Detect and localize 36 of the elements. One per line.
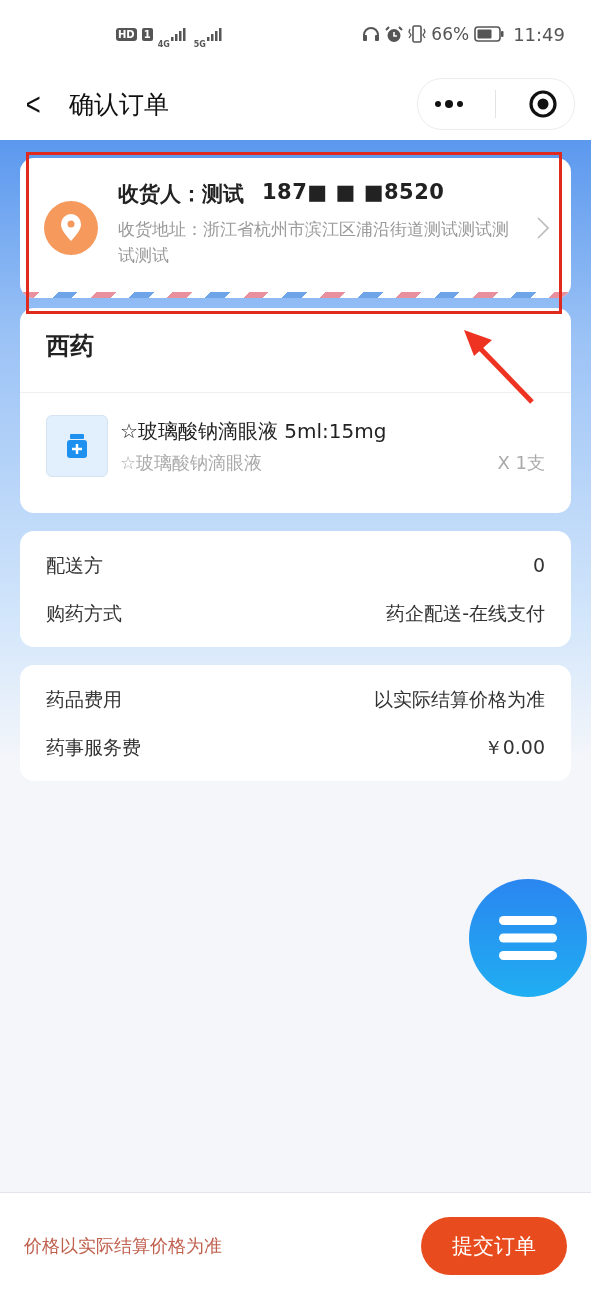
alarm-icon xyxy=(385,25,404,43)
page-title: 确认订单 xyxy=(68,88,169,121)
medicine-bottle-icon xyxy=(67,434,87,458)
location-pin-icon xyxy=(44,201,98,255)
clock: 11:49 xyxy=(513,23,565,45)
medicine-name: ☆玻璃酸钠滴眼液 5ml:15mg xyxy=(120,417,388,445)
row-label: 配送方 xyxy=(46,553,103,578)
menu-icon xyxy=(499,916,557,960)
hd-badge: HD xyxy=(116,27,137,41)
address-card[interactable]: 收货人：测试 187■ ■ ■8520 收货地址：浙江省杭州市滨江区浦沿街道测试测试测试测试 xyxy=(20,158,571,298)
fee-value: 以实际结算价格为准 xyxy=(374,687,545,712)
network-label: 4G xyxy=(157,39,170,49)
fee-label: 药品费用 xyxy=(46,687,122,712)
recipient-phone: 187■ ■ ■8520 xyxy=(262,180,445,206)
headphones-icon xyxy=(362,26,381,42)
row-value: 药企配送-在线支付 xyxy=(386,601,545,626)
medicine-subtitle: ☆玻璃酸钠滴眼液 xyxy=(120,450,263,475)
battery-icon xyxy=(474,26,505,42)
network-label: 5G xyxy=(193,39,206,49)
signal-icon xyxy=(170,27,189,41)
sim-badge: 1 xyxy=(141,27,153,41)
signal-icon xyxy=(206,27,225,41)
medicine-quantity: X 1支 xyxy=(497,450,545,475)
fee-label: 药事服务费 xyxy=(46,735,141,760)
shipping-address: 收货地址：浙江省杭州市滨江区浦沿街道测试测试测试测试 xyxy=(118,218,510,267)
fee-value: ￥0.00 xyxy=(483,735,545,760)
row-value: 0 xyxy=(532,553,545,578)
more-icon[interactable] xyxy=(433,99,464,109)
recipient-name: 收货人：测试 xyxy=(118,181,244,208)
back-button[interactable]: < xyxy=(22,85,44,123)
vibrate-icon xyxy=(408,25,427,43)
submit-order-button[interactable]: 提交订单 xyxy=(421,1217,567,1275)
chevron-right-icon xyxy=(537,217,549,239)
battery-percent: 66% xyxy=(431,24,470,44)
price-note: 价格以实际结算价格为准 xyxy=(24,1234,222,1258)
row-label: 购药方式 xyxy=(46,601,122,626)
